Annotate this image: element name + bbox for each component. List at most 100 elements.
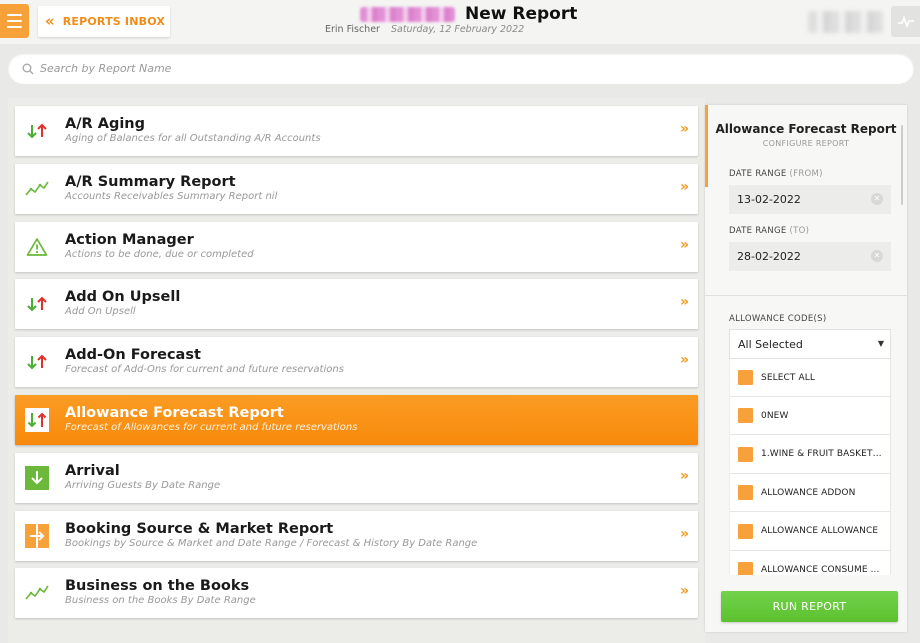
search-bar: [8, 53, 914, 84]
chevron-right-icon: »: [679, 236, 689, 253]
allowance-codes-label: ALLOWANCE CODE(S): [729, 314, 827, 324]
report-item[interactable]: Action Manager Actions to be done, due or…: [15, 221, 698, 272]
redacted-logo: [808, 11, 883, 33]
report-name: Add-On Forecast: [65, 347, 201, 364]
option-label: ALLOWANCE CONSUME ...: [761, 564, 880, 575]
date-from-field[interactable]: 13-02-2022 ✕: [729, 185, 891, 214]
date-to-value: 28-02-2022: [737, 250, 801, 263]
allowance-code-option[interactable]: 0NEW: [730, 397, 890, 436]
allowance-codes-selected: All Selected: [738, 337, 803, 351]
date-to-label: DATE RANGE (TO): [729, 226, 810, 236]
report-name: Add On Upsell: [65, 289, 181, 306]
hamburger-icon: [7, 14, 22, 16]
double-chevron-left-icon: «: [45, 12, 55, 30]
reports-inbox-button[interactable]: « REPORTS INBOX: [38, 6, 170, 37]
top-header: « REPORTS INBOX New Report Erin Fischer …: [0, 0, 920, 44]
chevron-right-icon: »: [679, 294, 689, 311]
option-label: ALLOWANCE ADDON: [761, 487, 856, 498]
trend-line-icon: [25, 177, 49, 201]
divider: [705, 295, 907, 296]
option-label: SELECT ALL: [761, 372, 815, 383]
date-to-field[interactable]: 28-02-2022 ✕: [729, 242, 891, 271]
checkbox-icon[interactable]: [738, 523, 753, 539]
report-description: Actions to be done, due or completed: [65, 248, 254, 260]
checkbox-icon[interactable]: [738, 370, 753, 385]
search-input[interactable]: [40, 62, 880, 75]
option-label: ALLOWANCE ALLOWANCE: [761, 526, 879, 537]
allowance-code-option[interactable]: SELECT ALL: [730, 359, 890, 397]
run-report-button[interactable]: RUN REPORT: [721, 591, 898, 622]
activity-button[interactable]: [891, 6, 920, 37]
report-item[interactable]: Add On Upsell Add On Upsell »: [15, 279, 698, 330]
report-description: Forecast of Add-Ons for current and futu…: [65, 364, 344, 376]
up-down-arrows-icon: [25, 350, 49, 374]
option-label: 1.WINE & FRUIT BASKETS...: [761, 449, 887, 460]
report-name: Action Manager: [65, 231, 194, 248]
caret-down-icon: ▼: [877, 339, 884, 348]
report-item[interactable]: Allowance Forecast Report Forecast of All…: [15, 395, 698, 445]
search-icon: [22, 63, 34, 74]
chevron-right-icon: »: [679, 525, 689, 542]
report-description: Add On Upsell: [65, 306, 136, 318]
report-name: Booking Source & Market Report: [65, 520, 334, 537]
report-list: A/R Aging Aging of Balances for all Outst…: [8, 98, 705, 643]
report-description: Arriving Guests By Date Range: [65, 479, 221, 491]
report-description: Accounts Receivables Summary Report nil: [65, 190, 278, 202]
option-label: 0NEW: [761, 410, 789, 421]
booking-source-icon: [25, 523, 49, 548]
panel-scrollbar[interactable]: [901, 125, 903, 205]
report-item[interactable]: A/R Summary Report Accounts Receivables S…: [15, 163, 698, 214]
report-item[interactable]: Arrival Arriving Guests By Date Range »: [15, 452, 698, 503]
trend-line-icon: [25, 581, 49, 605]
report-item[interactable]: Add-On Forecast Forecast of Add-Ons for c…: [15, 337, 698, 388]
chevron-right-icon: »: [679, 121, 689, 137]
redacted-property-name: [360, 6, 455, 22]
allowance-codes-select[interactable]: All Selected ▼: [729, 329, 891, 359]
hamburger-menu-button[interactable]: [0, 4, 29, 38]
report-name: Business on the Books: [65, 578, 250, 595]
report-item[interactable]: Booking Source & Market Report Bookings b…: [15, 510, 698, 561]
allowance-codes-options: SELECT ALL 0NEW 1.WINE & FRUIT BASKETS... A…: [729, 359, 891, 575]
current-date: Saturday, 12 February 2022: [390, 24, 525, 35]
checkbox-icon[interactable]: [738, 446, 753, 462]
allowance-code-option[interactable]: ALLOWANCE ADDON: [730, 474, 890, 513]
report-description: Forecast of Allowances for current and f…: [65, 422, 358, 433]
report-description: Bookings by Source & Market and Date Ran…: [65, 537, 478, 549]
activity-icon: [897, 15, 914, 28]
config-subtitle: CONFIGURE REPORT: [762, 139, 850, 148]
report-name: Arrival: [65, 462, 120, 479]
chevron-right-icon: »: [679, 352, 689, 369]
arrival-arrow-icon: [25, 465, 49, 490]
checkbox-icon[interactable]: [738, 408, 753, 424]
allowance-code-option[interactable]: ALLOWANCE ALLOWANCE: [730, 513, 890, 551]
up-down-arrows-icon: [25, 292, 49, 316]
chevron-right-icon: »: [679, 467, 689, 484]
up-down-arrows-icon: [25, 119, 49, 143]
page-title: New Report: [465, 4, 578, 24]
title-row: New Report: [360, 4, 577, 24]
report-name: A/R Aging: [65, 116, 146, 132]
report-description: Business on the Books By Date Range: [65, 595, 256, 607]
checkbox-icon[interactable]: [738, 562, 753, 575]
clear-date-to-icon[interactable]: ✕: [871, 250, 883, 262]
allowance-code-option[interactable]: 1.WINE & FRUIT BASKETS...: [730, 436, 890, 474]
checkbox-icon[interactable]: [738, 485, 753, 501]
chevron-right-icon: »: [679, 583, 689, 600]
allowance-active-icon: [25, 408, 49, 432]
user-name: Erin Fischer: [325, 24, 380, 35]
chevron-right-icon: »: [679, 178, 689, 195]
warning-icon: [25, 235, 49, 259]
report-name: Allowance Forecast Report: [65, 405, 284, 421]
report-name: A/R Summary Report: [65, 173, 236, 190]
date-from-label: DATE RANGE (FROM): [729, 169, 823, 179]
allowance-code-option[interactable]: ALLOWANCE CONSUME ...: [730, 551, 890, 575]
report-item[interactable]: Business on the Books Business on the Boo…: [15, 568, 698, 619]
reports-inbox-label: REPORTS INBOX: [62, 15, 166, 28]
config-title: Allowance Forecast Report: [715, 122, 897, 136]
clear-date-from-icon[interactable]: ✕: [871, 193, 883, 205]
configure-report-panel: Allowance Forecast Report CONFIGURE REPO…: [705, 105, 907, 632]
date-from-value: 13-02-2022: [737, 193, 801, 206]
header-subtitle: Erin Fischer Saturday, 12 February 2022: [325, 24, 524, 35]
report-item[interactable]: A/R Aging Aging of Balances for all Outst…: [15, 106, 698, 156]
report-description: Aging of Balances for all Outstanding A/…: [65, 133, 321, 144]
